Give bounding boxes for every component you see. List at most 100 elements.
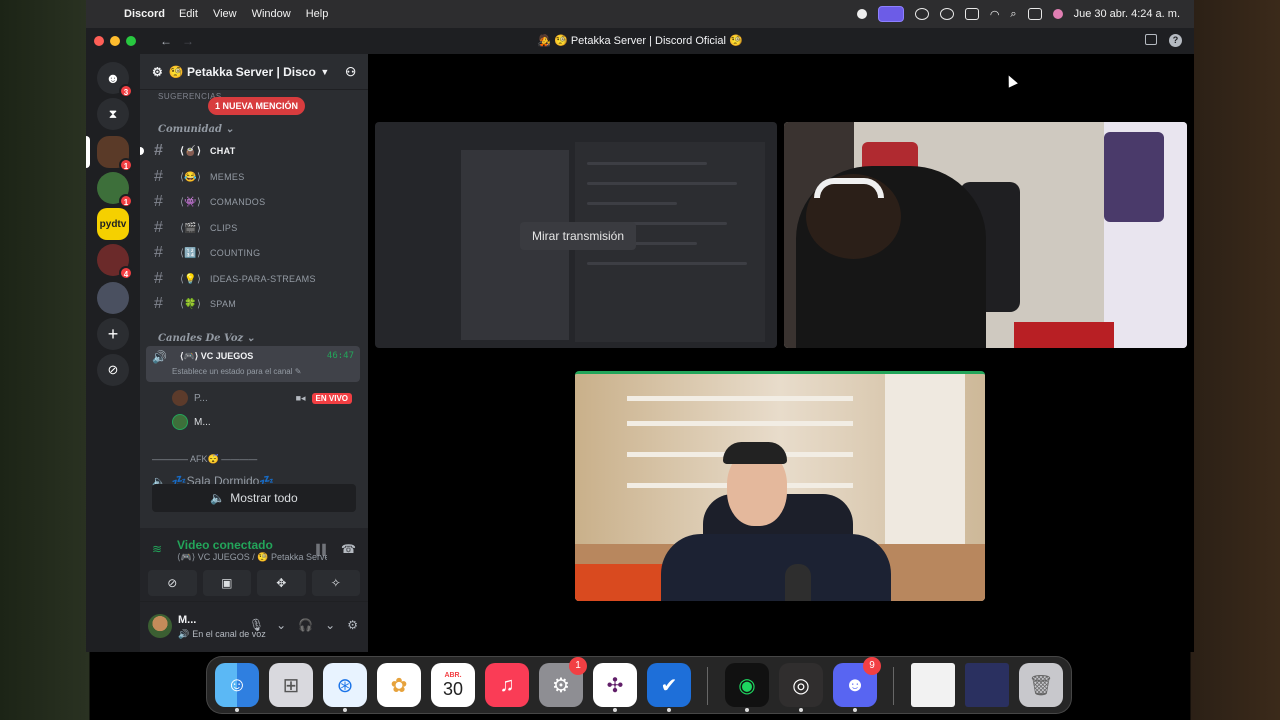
back-arrow-icon[interactable]: ← [160,34,172,48]
server-header[interactable]: ⚙ 🧐 Petakka Server | Disco... ▼ ⚇ [140,54,368,90]
share-screen-button[interactable]: ▣ [202,570,251,596]
system-settings-icon[interactable]: ⚙ 1 [539,657,587,707]
voice-user-p[interactable]: P... ■◂ EN VIVO [172,388,354,408]
selected-server-pill [86,136,90,168]
menu-clock[interactable]: Jue 30 abr. 4:24 a. m. [1074,8,1180,20]
voice-connected-title[interactable]: Video conectado [177,538,273,552]
finder-icon[interactable]: ☺ [215,663,259,712]
category-canales-de-voz[interactable]: Canales De Voz ⌄ [158,333,255,344]
server-icon-1[interactable]: 1 [86,136,133,172]
menu-edit[interactable]: Edit [179,8,198,20]
channel-comandos[interactable]: # ⟨👾⟩ COMANDOS [148,191,360,213]
explore-icon[interactable]: ⊘ [97,354,129,386]
watch-stream-button[interactable]: Mirar transmisión [520,222,636,250]
launchpad-icon[interactable]: ⊞ [269,663,313,707]
menu-window[interactable]: Window [252,8,291,20]
voice-connected-panel: ≋ Video conectado ⟨🎮⟩ VC JUEGOS / 🧐 Peta… [140,528,368,602]
voice-channel-vc-juegos[interactable]: 🔊 ⟨🎮⟩ VC JUEGOS 46:47 Establece un estad… [146,346,360,382]
vpn-icon[interactable] [914,8,929,20]
server-icon-pydtv[interactable]: pydtv [97,208,129,240]
minimize-window-button[interactable] [110,36,120,46]
direct-messages-button[interactable]: ☻ 3 [97,62,133,98]
hash-icon: # [154,193,164,210]
voice-connected-subtitle[interactable]: ⟨🎮⟩ VC JUEGOS / 🧐 Petakka Server | Di... [177,552,327,563]
title-bar: ← → 🧑‍🎤 🧐 Petakka Server | Discord Ofici… [86,28,1194,54]
discord-logo-icon: ☻ [105,70,121,86]
headphones-icon[interactable]: 🎧 [298,618,313,632]
zoom-window-button[interactable] [126,36,136,46]
discord-icon[interactable]: ☻ 9 [833,657,881,712]
play-icon[interactable] [939,8,954,20]
discord-window: ← → 🧑‍🎤 🧐 Petakka Server | Discord Ofici… [86,28,1194,652]
channel-chat[interactable]: # ⟨🧉⟩ CHAT [140,140,360,162]
server-icon-5[interactable] [97,282,129,314]
activities-button[interactable]: ✥ [257,570,306,596]
chevron-down-icon[interactable]: ⌄ [276,618,286,632]
webcam-tile-2[interactable] [575,371,985,601]
server-settings-icon[interactable]: ⚙ [152,65,163,79]
new-mention-pill[interactable]: 1 NUEVA MENCIÓN [208,97,306,115]
speaker-icon: 🔈 [210,491,226,505]
soundboard-button[interactable]: ✧ [311,570,360,596]
app-check-icon[interactable]: ✔ [647,663,691,712]
channel-ideas-para-streams[interactable]: # ⟨💡⟩ IDEAS-PARA-STREAMS [148,268,360,290]
category-label: Canales De Voz [158,333,244,344]
channel-counting[interactable]: # ⟨🔢⟩ COUNTING [148,242,360,264]
user-name[interactable]: M... [178,614,196,626]
settings-badge: 1 [569,657,587,675]
slack-icon[interactable]: ✣ [593,663,637,712]
chevron-down-icon[interactable]: ⌄ [325,618,335,632]
category-comunidad[interactable]: Comunidad ⌄ [158,124,234,135]
invite-icon[interactable]: ⚇ [345,65,356,79]
set-channel-status[interactable]: Establece un estado para el canal ✎ [172,367,301,376]
channel-spam[interactable]: # ⟨🍀⟩ SPAM [148,293,360,315]
menu-app-name[interactable]: Discord [124,8,165,20]
minimized-window-2[interactable] [965,663,1009,707]
menu-view[interactable]: View [213,8,237,20]
safari-icon[interactable]: ⊛ [323,663,367,712]
channel-memes[interactable]: # ⟨😂⟩ MEMES [148,166,360,188]
server-icon-4[interactable]: 4 [97,244,133,280]
camera-off-button[interactable]: ⊘ [148,570,197,596]
wifi-icon[interactable]: ◠ [990,8,1000,21]
hash-icon: # [154,142,164,159]
control-center-icon[interactable] [1027,8,1042,20]
add-server-icon[interactable]: + [97,318,129,350]
battery-icon[interactable] [964,8,979,20]
inbox-icon[interactable] [1145,34,1157,45]
channel-list: SUGERENCIAS 1 NUEVA MENCIÓN Comunidad ⌄ … [140,90,368,530]
record-indicator-icon[interactable] [856,9,867,19]
obs-icon[interactable]: ◎ [779,663,823,712]
spotify-icon[interactable]: ◉ [725,663,769,712]
trash-icon[interactable]: 🗑 [1019,663,1063,707]
category-afk[interactable]: ———— AFK😴 ———— [152,454,257,465]
stream-tile[interactable]: Mirar transmisión [375,122,777,348]
voice-user-m[interactable]: M... [172,412,354,432]
signal-icon[interactable]: ≋ [152,542,162,556]
channel-emoji: ⟨🎬⟩ [180,222,202,234]
screen-share-status-icon[interactable] [877,6,904,22]
channel-clips[interactable]: # ⟨🎬⟩ CLIPS [148,217,360,239]
menu-help[interactable]: Help [306,8,329,20]
siri-icon[interactable] [1052,9,1063,19]
close-window-button[interactable] [94,36,104,46]
speaker-icon: 🔊 [152,350,167,364]
calendar-icon[interactable]: ABR. 30 [431,663,475,707]
noise-suppression-icon[interactable]: ∥∥ [315,542,327,556]
chevron-down-icon[interactable]: ▼ [320,67,329,77]
server-icon-2[interactable]: 1 [97,172,133,208]
hourglass-icon[interactable]: ⧗ [97,98,129,130]
settings-gear-icon[interactable]: ⚙ [347,618,358,632]
photos-icon[interactable]: ✿ [377,663,421,707]
music-icon[interactable]: ♫ [485,663,529,707]
spotlight-search-icon[interactable]: ⌕ [1010,8,1016,21]
microphone-icon[interactable]: 🎙 [249,618,264,632]
disconnect-icon[interactable]: ☎ [341,542,356,556]
forward-arrow-icon[interactable]: → [182,34,194,48]
help-icon[interactable]: ? [1169,34,1182,47]
show-all-button[interactable]: 🔈 Mostrar todo [152,484,356,512]
avatar[interactable] [148,614,172,638]
webcam-tile-1[interactable] [784,122,1187,348]
channel-emoji: ⟨🧉⟩ [180,145,202,157]
minimized-window-1[interactable] [911,663,955,707]
